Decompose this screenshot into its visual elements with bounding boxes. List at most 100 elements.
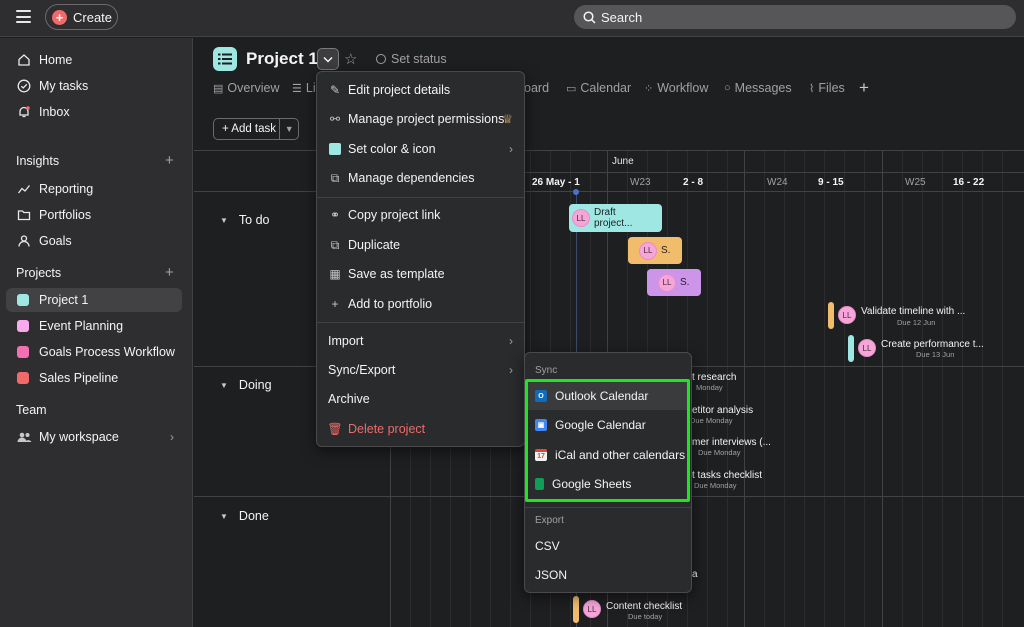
hamburger-menu-icon[interactable]	[16, 10, 31, 23]
group-to-do[interactable]: ▼ To do	[220, 213, 270, 227]
collapse-triangle-icon[interactable]: ▼	[220, 381, 228, 390]
task-bar[interactable]	[848, 335, 854, 362]
duplicate-icon: ⧉	[330, 237, 340, 252]
sidebar-item-my-tasks[interactable]: My tasks	[6, 74, 182, 98]
menu-divider	[525, 507, 691, 508]
task-title[interactable]: a	[692, 569, 698, 580]
task-title[interactable]: Create performance t...	[881, 339, 984, 350]
trash-icon: 🗑	[327, 422, 343, 436]
project-color-swatch	[17, 320, 29, 332]
sidebar-item-goals[interactable]: Goals	[6, 229, 182, 253]
tab-calendar[interactable]: ▭ Calendar	[566, 81, 631, 95]
tab-list[interactable]: ☰ Li	[292, 81, 316, 95]
task-bar[interactable]	[828, 302, 834, 329]
menu-item-csv[interactable]: CSV	[526, 532, 690, 560]
sidebar-item-inbox[interactable]: Inbox	[6, 100, 182, 124]
menu-item-label: Add to portfolio	[348, 297, 433, 311]
status-ring-icon	[376, 54, 386, 64]
project-list-icon[interactable]	[213, 47, 237, 71]
menu-item-label: Delete project	[348, 422, 426, 436]
add-task-label: + Add task	[214, 119, 281, 139]
week-number: W23	[630, 177, 651, 188]
sidebar-item-label: Project 1	[39, 293, 89, 307]
task-title[interactable]: mer interviews (...	[692, 437, 771, 448]
sidebar-item-project-1[interactable]: Project 1	[6, 288, 182, 312]
task-title[interactable]: t tasks checklist	[692, 470, 762, 481]
tab-board[interactable]: oard	[524, 81, 549, 95]
chevron-right-icon: ›	[170, 430, 174, 444]
sidebar-item-my-workspace[interactable]: My workspace ›	[6, 425, 182, 449]
create-label: Create	[73, 9, 113, 25]
week-label: 16 - 22	[953, 177, 985, 188]
people-icon	[16, 429, 32, 445]
collapse-triangle-icon[interactable]: ▼	[220, 512, 228, 521]
group-doing[interactable]: ▼ Doing	[220, 378, 272, 392]
sidebar-item-label: Sales Pipeline	[39, 371, 119, 385]
menu-item-sync-export[interactable]: Sync/Export ›	[317, 356, 524, 384]
sidebar-item-portfolios[interactable]: Portfolios	[6, 203, 182, 227]
sidebar-item-event-planning[interactable]: Event Planning	[6, 314, 182, 338]
task-title[interactable]: Validate timeline with ...	[861, 306, 965, 317]
sync-heading: Sync	[535, 365, 558, 376]
menu-item-delete-project[interactable]: 🗑 Delete project	[317, 415, 524, 443]
menu-item-label: JSON	[535, 568, 568, 582]
menu-item-edit-project-details[interactable]: ✎ Edit project details	[317, 76, 524, 104]
task-title[interactable]: etitor analysis	[692, 405, 753, 416]
menu-item-manage-dependencies[interactable]: ⧉ Manage dependencies	[317, 164, 524, 192]
menu-item-manage-permissions[interactable]: ⚯ Manage project permissions ♕	[317, 105, 524, 133]
projects-heading: Projects	[16, 266, 62, 280]
sidebar-item-goals-process-workflow[interactable]: Goals Process Workflow	[6, 340, 182, 364]
sidebar-item-label: Inbox	[39, 105, 70, 119]
tab-messages[interactable]: ○ Messages	[724, 81, 792, 95]
tab-workflow[interactable]: ⁘ Workflow	[644, 81, 708, 95]
task-title[interactable]: t research	[692, 372, 736, 383]
project-options-button[interactable]	[317, 48, 339, 70]
chevron-right-icon: ›	[509, 334, 513, 348]
menu-item-label: Save as template	[348, 267, 445, 281]
menu-item-label: Sync/Export	[328, 363, 396, 377]
dependencies-icon: ⧉	[330, 170, 340, 185]
menu-item-set-color-icon[interactable]: Set color & icon ›	[317, 135, 524, 163]
task-bar[interactable]: LL S.	[628, 237, 682, 264]
task-bar[interactable]	[573, 596, 579, 623]
tab-label: Calendar	[580, 81, 632, 95]
sidebar-item-sales-pipeline[interactable]: Sales Pipeline	[6, 366, 182, 390]
search-input[interactable]: Search	[574, 5, 1016, 29]
task-bar[interactable]: LL Draft project...	[569, 204, 662, 232]
list-icon: ☰	[292, 82, 302, 95]
project-color-swatch	[17, 294, 29, 306]
avatar: LL	[838, 306, 856, 324]
menu-item-duplicate[interactable]: ⧉ Duplicate	[317, 231, 524, 259]
collapse-triangle-icon[interactable]: ▼	[220, 216, 228, 225]
menu-item-copy-project-link[interactable]: ⚭ Copy project link	[317, 201, 524, 229]
task-title[interactable]: Content checklist	[606, 601, 682, 612]
menu-item-json[interactable]: JSON	[526, 561, 690, 589]
group-done[interactable]: ▼ Done	[220, 509, 269, 523]
menu-item-archive[interactable]: Archive	[317, 385, 524, 413]
sidebar-item-label: My tasks	[39, 79, 89, 93]
add-tab-button[interactable]: +	[859, 78, 869, 98]
menu-item-label: CSV	[535, 539, 560, 553]
calendar-icon: ▭	[566, 82, 577, 95]
set-status-button[interactable]: Set status	[376, 52, 447, 66]
tab-files[interactable]: ⌇ Files	[809, 81, 845, 95]
page-title: Project 1	[246, 49, 318, 68]
sidebar-item-home[interactable]: Home	[6, 48, 182, 72]
tab-label: Overview	[227, 81, 280, 95]
project-color-swatch	[17, 346, 29, 358]
create-button[interactable]: + Create	[45, 4, 118, 30]
tab-overview[interactable]: ▤ Overview	[213, 81, 280, 95]
task-bar-title: S.	[661, 245, 671, 256]
avatar: LL	[572, 209, 590, 227]
chevron-down-icon[interactable]: ▼	[280, 124, 298, 134]
menu-item-add-to-portfolio[interactable]: + Add to portfolio	[317, 290, 524, 318]
sidebar-item-reporting[interactable]: Reporting	[6, 177, 182, 201]
check-circle-icon	[16, 78, 32, 94]
add-insight-icon[interactable]: +	[165, 152, 174, 169]
star-icon[interactable]: ☆	[344, 50, 357, 68]
add-task-button[interactable]: + Add task ▼	[213, 118, 299, 140]
menu-item-save-as-template[interactable]: ▦ Save as template	[317, 260, 524, 288]
add-project-icon[interactable]: +	[165, 264, 174, 281]
menu-item-import[interactable]: Import ›	[317, 327, 524, 355]
task-bar[interactable]: LL S.	[647, 269, 701, 296]
